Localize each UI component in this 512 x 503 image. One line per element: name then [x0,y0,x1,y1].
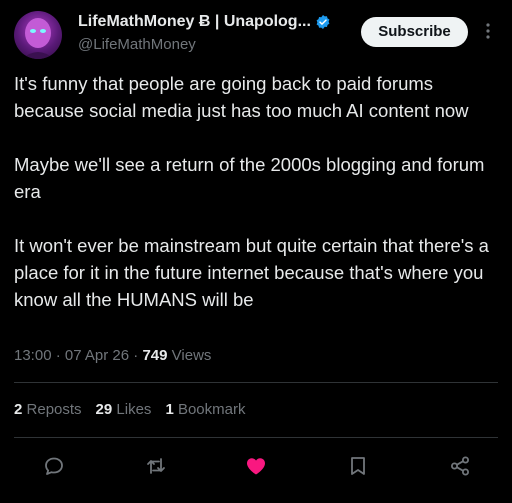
likes-count: 29 [95,401,113,418]
engagement-stats: 2 Reposts 29 Likes 1 Bookmark [14,401,259,418]
repost-icon[interactable] [144,454,168,478]
heart-filled-icon[interactable] [244,454,268,478]
tweet-text: It's funny that people are going back to… [14,70,504,313]
tweet-actions [0,448,512,484]
bookmarks-label: Bookmark [177,401,246,418]
reposts-label: Reposts [26,401,82,418]
views-label: Views [171,347,212,364]
tweet-paragraph: It won't ever be mainstream but quite ce… [14,235,489,310]
avatar-image [22,18,54,59]
reposts-stat[interactable]: 2 Reposts [14,401,82,418]
tweet-header: LifeMathMoney Ƀ | Unapolog... @LifeMathM… [0,0,512,64]
verified-badge-icon [315,14,331,30]
share-icon[interactable] [448,454,472,478]
tweet-meta: 13:00 · 07 Apr 26 · 749 Views [14,347,211,364]
bookmark-icon[interactable] [346,454,370,478]
divider [14,437,498,438]
author-name-row[interactable]: LifeMathMoney Ƀ | Unapolog... [78,13,331,31]
tweet-paragraph: Maybe we'll see a return of the 2000s bl… [14,154,485,202]
author-handle[interactable]: @LifeMathMoney [78,36,196,53]
avatar[interactable] [14,11,62,59]
divider [14,382,498,383]
bookmarks-stat[interactable]: 1 Bookmark [165,401,245,418]
likes-stat[interactable]: 29 Likes [96,401,152,418]
reply-icon[interactable] [42,454,66,478]
meta-separator: · [55,347,65,364]
likes-label: Likes [116,401,152,418]
subscribe-button[interactable]: Subscribe [361,17,468,47]
more-vertical-icon[interactable] [480,21,496,41]
tweet-time[interactable]: 13:00 [14,347,52,364]
reposts-count: 2 [14,401,23,418]
bookmarks-count: 1 [165,401,174,418]
tweet-paragraph: It's funny that people are going back to… [14,73,469,121]
views-count: 749 [142,347,168,364]
tweet-date[interactable]: 07 Apr 26 [65,347,129,364]
author-display-name[interactable]: LifeMathMoney Ƀ | Unapolog... [78,13,311,31]
